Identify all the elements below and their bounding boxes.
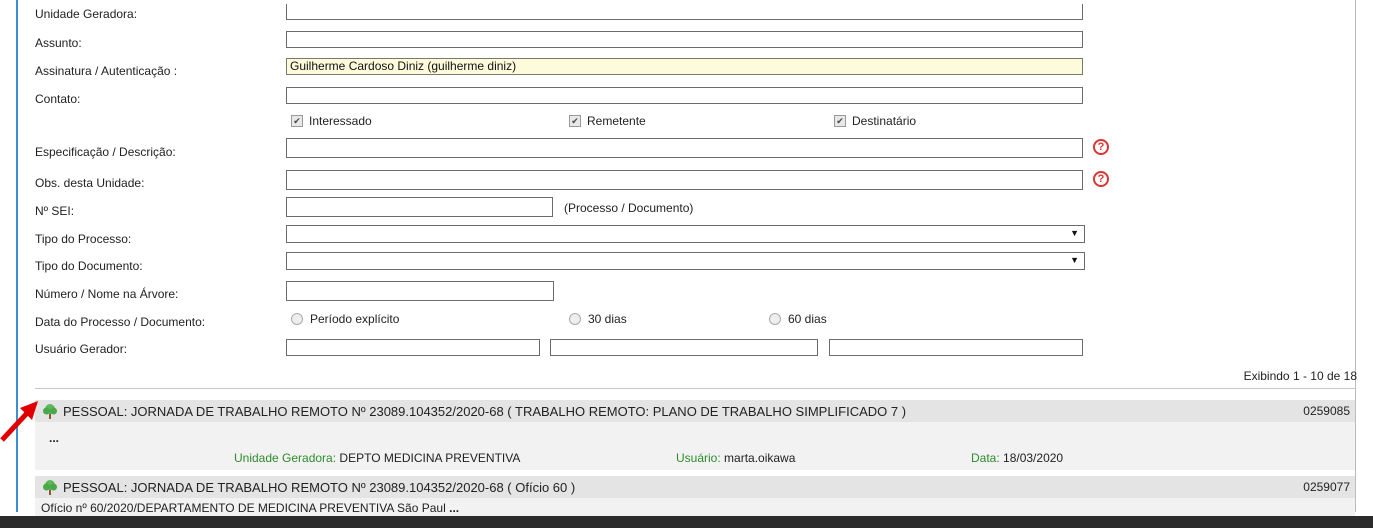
result-snippet-more: ... — [449, 501, 460, 515]
tipo-documento-select[interactable]: ▼ — [286, 252, 1085, 270]
especificacao-input[interactable] — [286, 138, 1083, 158]
contato-input[interactable] — [286, 87, 1083, 104]
unidade-geradora-input[interactable] — [286, 4, 1083, 20]
nsei-hint: (Processo / Documento) — [564, 201, 694, 215]
radio-periodo-label: Período explícito — [310, 312, 400, 326]
result-title[interactable]: PESSOAL: JORNADA DE TRABALHO REMOTO Nº 2… — [63, 480, 575, 495]
radio-60-dias[interactable]: 60 dias — [769, 312, 827, 326]
result-title[interactable]: PESSOAL: JORNADA DE TRABALHO REMOTO Nº 2… — [63, 404, 906, 419]
tipo-documento-label: Tipo do Documento: — [35, 259, 143, 273]
usuario-label: Usuário: — [676, 451, 721, 465]
usuario-gerador-input-2[interactable] — [550, 339, 818, 356]
result-unidade: Unidade Geradora: DEPTO MEDICINA PREVENT… — [234, 451, 520, 465]
especificacao-label: Especificação / Descrição: — [35, 145, 176, 159]
checkbox-checked-icon: ✔ — [834, 115, 846, 127]
checkbox-checked-icon: ✔ — [569, 115, 581, 127]
taskbar — [0, 516, 1373, 528]
tipo-processo-select[interactable]: ▼ — [286, 225, 1085, 243]
result-snippet-text: Ofício nº 60/2020/DEPARTAMENTO DE MEDICI… — [41, 501, 446, 515]
result-usuario: Usuário: marta.oikawa — [676, 451, 795, 465]
usuario-gerador-label: Usuário Gerador: — [35, 342, 128, 356]
paging-info: Exibindo 1 - 10 de 18 — [1243, 369, 1357, 383]
radio-icon — [769, 313, 781, 325]
red-arrow-icon — [0, 401, 38, 442]
numero-nome-input[interactable] — [286, 281, 554, 301]
result-body: Ofício nº 60/2020/DEPARTAMENTO DE MEDICI… — [35, 498, 1355, 516]
result-snippet: ... — [49, 431, 60, 445]
tree-icon — [43, 480, 57, 495]
results-divider — [35, 388, 1355, 389]
unidade-value: DEPTO MEDICINA PREVENTIVA — [339, 451, 521, 465]
unidade-label: Unidade Geradora: — [234, 451, 337, 465]
result-data: Data: 18/03/2020 — [971, 451, 1063, 465]
checkbox-destinatario-label: Destinatário — [852, 114, 917, 128]
data-label: Data do Processo / Documento: — [35, 315, 206, 329]
right-border — [1355, 0, 1356, 512]
radio-icon — [569, 313, 581, 325]
checkbox-interessado[interactable]: ✔ Interessado — [291, 114, 372, 128]
result-number: 0259077 — [1303, 480, 1350, 494]
result-snippet: Ofício nº 60/2020/DEPARTAMENTO DE MEDICI… — [41, 501, 459, 515]
chevron-down-icon: ▼ — [1070, 255, 1079, 265]
unidade-geradora-label: Unidade Geradora: — [35, 7, 138, 21]
tipo-processo-label: Tipo do Processo: — [35, 232, 132, 246]
data-value: 18/03/2020 — [1003, 451, 1064, 465]
result-header[interactable]: PESSOAL: JORNADA DE TRABALHO REMOTO Nº 2… — [35, 476, 1355, 498]
result-header[interactable]: PESSOAL: JORNADA DE TRABALHO REMOTO Nº 2… — [35, 400, 1355, 422]
numero-nome-label: Número / Nome na Árvore: — [35, 287, 179, 301]
chevron-down-icon: ▼ — [1070, 228, 1079, 238]
result-number: 0259085 — [1303, 404, 1350, 418]
checkbox-destinatario[interactable]: ✔ Destinatário — [834, 114, 916, 128]
radio-30-dias[interactable]: 30 dias — [569, 312, 627, 326]
usuario-gerador-input-3[interactable] — [829, 339, 1083, 356]
checkbox-interessado-label: Interessado — [309, 114, 372, 128]
help-icon[interactable]: ? — [1093, 139, 1109, 155]
assinatura-label: Assinatura / Autenticação : — [35, 64, 178, 78]
radio-periodo-explicito[interactable]: Período explícito — [291, 312, 399, 326]
radio-30-label: 30 dias — [588, 312, 627, 326]
checkbox-remetente-label: Remetente — [587, 114, 646, 128]
nsei-input[interactable] — [286, 197, 553, 217]
contato-label: Contato: — [35, 92, 81, 106]
help-icon[interactable]: ? — [1093, 171, 1109, 187]
nsei-label: Nº SEI: — [35, 204, 75, 218]
checkbox-remetente[interactable]: ✔ Remetente — [569, 114, 646, 128]
assunto-input[interactable] — [286, 31, 1083, 48]
result-body: ... Unidade Geradora: DEPTO MEDICINA PRE… — [35, 422, 1355, 470]
usuario-gerador-input-1[interactable] — [286, 339, 540, 356]
obs-label: Obs. desta Unidade: — [35, 176, 145, 190]
tree-icon — [43, 404, 57, 419]
usuario-value: marta.oikawa — [724, 451, 796, 465]
assunto-label: Assunto: — [35, 36, 82, 50]
data-label: Data: — [971, 451, 1000, 465]
radio-60-label: 60 dias — [788, 312, 827, 326]
assinatura-input[interactable]: Guilherme Cardoso Diniz (guilherme diniz… — [286, 58, 1083, 75]
checkbox-checked-icon: ✔ — [291, 115, 303, 127]
obs-input[interactable] — [286, 170, 1083, 190]
radio-icon — [291, 313, 303, 325]
